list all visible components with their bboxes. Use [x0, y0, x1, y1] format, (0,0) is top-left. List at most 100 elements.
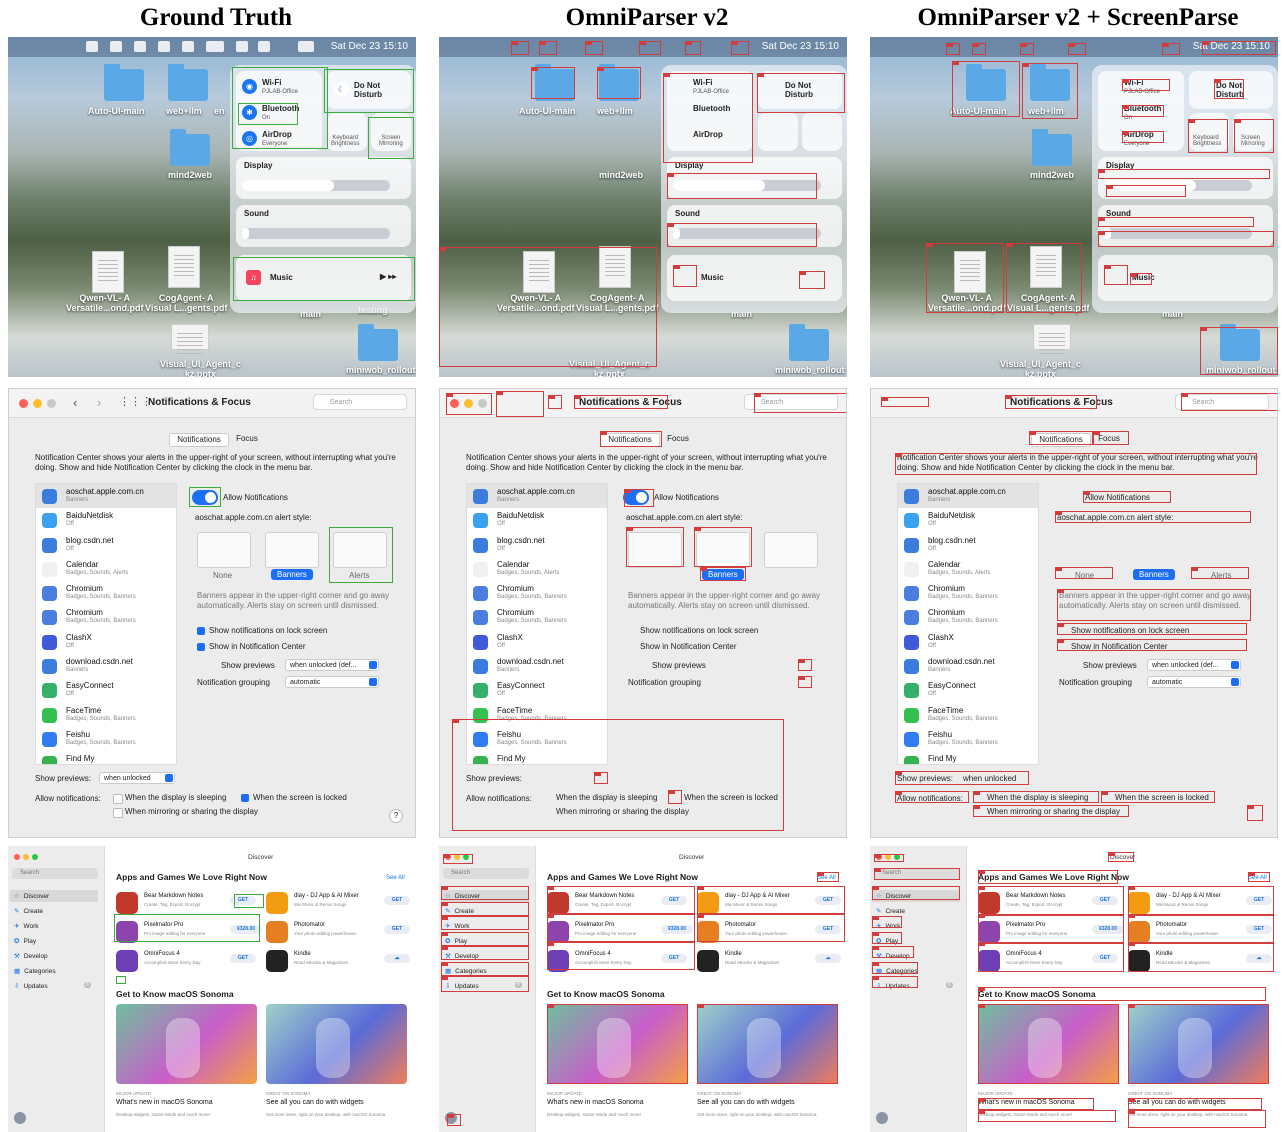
list-item[interactable]: aoschat.apple.com.cn Banners [898, 484, 1038, 509]
search-input[interactable]: Search [12, 868, 98, 879]
list-item[interactable]: FaceTime Badges, Sounds, Banners [898, 703, 1038, 727]
pdf-icon[interactable] [92, 251, 124, 293]
style-none-preview[interactable] [197, 532, 251, 568]
moon-icon[interactable] [182, 41, 194, 52]
sidebar-item-categories[interactable]: ▦ Categories [14, 965, 56, 977]
card-title[interactable]: What's new in macOS Sonoma [547, 1099, 644, 1106]
sound-slider[interactable] [242, 228, 390, 239]
list-item[interactable]: ClashX Off [898, 630, 1038, 654]
list-item[interactable]: Chromium Badges, Sounds, Banners [36, 581, 176, 605]
list-item[interactable]: download.csdn.net Banners [36, 654, 176, 678]
show-previews-popup[interactable]: when unlocked (def... [285, 659, 379, 671]
app-card[interactable]: OmniFocus 4 Accomplish More Every Day GET [116, 948, 264, 974]
s-icon[interactable] [158, 41, 170, 52]
card-title[interactable]: See all you can do with widgets [266, 1099, 364, 1106]
list-item[interactable]: Calendar Badges, Sounds, Alerts [898, 557, 1038, 581]
list-item[interactable]: download.csdn.net Banners [467, 654, 607, 678]
app-card[interactable]: Photomator Your photo editing powerhouse.… [266, 919, 414, 945]
zoom-button[interactable] [32, 854, 38, 860]
lock-screen-checkbox[interactable] [197, 627, 205, 635]
wifi-icon[interactable] [236, 41, 248, 52]
style-banners-label[interactable]: Banners [271, 569, 313, 580]
list-item[interactable]: ClashX Off [467, 630, 607, 654]
app-card[interactable]: dlay - DJ App & AI Mixer Mix Music & Remi… [266, 890, 414, 916]
sidebar-item-updates[interactable]: ⇩ Updates [14, 980, 48, 992]
list-item[interactable]: BaiduNetdisk Off [467, 508, 607, 532]
sidebar-item-create[interactable]: ✎ Create [14, 905, 43, 917]
list-item[interactable]: Find My [898, 751, 1038, 764]
list-item[interactable]: Calendar Badges, Sounds, Alerts [36, 557, 176, 581]
list-item[interactable]: Feishu Badges, Sounds, Banners [36, 727, 176, 751]
tab-notifications[interactable]: Notifications [169, 433, 229, 447]
feature-artwork[interactable] [266, 1004, 407, 1084]
keyboard-brightness-tile[interactable] [758, 113, 798, 151]
style-banners-preview[interactable] [265, 532, 319, 568]
list-item[interactable]: Chromium Badges, Sounds, Banners [36, 605, 176, 629]
get-button[interactable]: ☁ [815, 954, 841, 963]
folder-icon[interactable] [358, 324, 398, 361]
forward-icon[interactable]: › [97, 395, 101, 410]
list-item[interactable]: aoschat.apple.com.cn Banners [467, 484, 607, 509]
display-slider[interactable] [242, 180, 390, 191]
card-title[interactable]: What's new in macOS Sonoma [116, 1099, 213, 1106]
list-item[interactable]: blog.csdn.net Off [467, 533, 607, 557]
avatar[interactable] [14, 1112, 26, 1124]
back-icon[interactable]: ‹ [73, 395, 77, 410]
style-banners-label[interactable]: Banners [1133, 569, 1175, 580]
mirroring-checkbox[interactable] [113, 808, 123, 818]
sidebar-item-play[interactable]: ✪ Play [14, 935, 36, 947]
search-input[interactable]: Search [313, 394, 407, 410]
help-button[interactable]: ? [389, 809, 403, 823]
list-item[interactable]: Calendar Badges, Sounds, Alerts [467, 557, 607, 581]
list-item[interactable]: Chromium Badges, Sounds, Banners [898, 581, 1038, 605]
tray-icon[interactable] [134, 41, 146, 52]
yd-icon[interactable] [110, 41, 122, 52]
list-item[interactable]: Find My [36, 751, 176, 764]
style-alerts-preview[interactable] [764, 532, 818, 568]
minimize-button[interactable] [23, 854, 29, 860]
search-input[interactable]: Search [443, 868, 529, 879]
list-item[interactable]: FaceTime Badges, Sounds, Banners [36, 703, 176, 727]
list-item[interactable]: blog.csdn.net Off [898, 533, 1038, 557]
grouping-popup[interactable]: automatic [1147, 676, 1241, 688]
folder-icon[interactable] [170, 129, 210, 166]
list-item[interactable]: EasyConnect Off [36, 678, 176, 702]
folder-icon[interactable] [789, 324, 829, 361]
locked-checkbox[interactable] [241, 794, 249, 802]
list-item[interactable]: EasyConnect Off [467, 678, 607, 702]
bottom-previews-popup[interactable]: when unlocked [99, 772, 175, 784]
minimize-button[interactable] [33, 399, 42, 408]
list-item[interactable]: aoschat.apple.com.cn Banners [36, 484, 176, 509]
list-item[interactable]: Chromium Badges, Sounds, Banners [467, 605, 607, 629]
get-button[interactable]: ☁ [384, 954, 410, 963]
card-title[interactable]: See all you can do with widgets [697, 1099, 795, 1106]
list-item[interactable]: Chromium Badges, Sounds, Banners [898, 605, 1038, 629]
see-all-link[interactable]: See All [386, 875, 405, 881]
folder-icon[interactable] [1032, 129, 1072, 166]
pptx-icon[interactable] [1033, 324, 1071, 355]
show-previews-popup[interactable]: when unlocked (def... [1147, 659, 1241, 671]
tab-focus[interactable]: Focus [229, 433, 265, 445]
list-item[interactable]: download.csdn.net Banners [898, 654, 1038, 678]
screen-mirroring-tile[interactable] [802, 113, 842, 151]
sidebar-item-work[interactable]: ✈ Work [14, 920, 39, 932]
avatar[interactable] [876, 1112, 888, 1124]
list-item[interactable]: Chromium Badges, Sounds, Banners [467, 581, 607, 605]
pptx-icon[interactable] [171, 324, 209, 355]
list-item[interactable]: Feishu Badges, Sounds, Banners [898, 727, 1038, 751]
get-button[interactable]: GET [384, 896, 410, 905]
close-button[interactable] [14, 854, 20, 860]
tab-focus[interactable]: Focus [660, 433, 696, 445]
list-item[interactable]: blog.csdn.net Off [36, 533, 176, 557]
battery-icon[interactable] [206, 41, 224, 52]
clock[interactable]: Sat Dec 23 15:10 [762, 41, 839, 52]
search-icon[interactable] [258, 41, 270, 52]
list-item[interactable]: EasyConnect Off [898, 678, 1038, 702]
get-button[interactable]: GET [384, 925, 410, 934]
control-center-icon[interactable] [298, 41, 314, 52]
zoom-button[interactable] [47, 399, 56, 408]
in-center-checkbox[interactable] [197, 643, 205, 651]
list-item[interactable]: BaiduNetdisk Off [898, 508, 1038, 532]
grouping-popup[interactable]: automatic [285, 676, 379, 688]
folder-icon[interactable] [104, 64, 144, 101]
